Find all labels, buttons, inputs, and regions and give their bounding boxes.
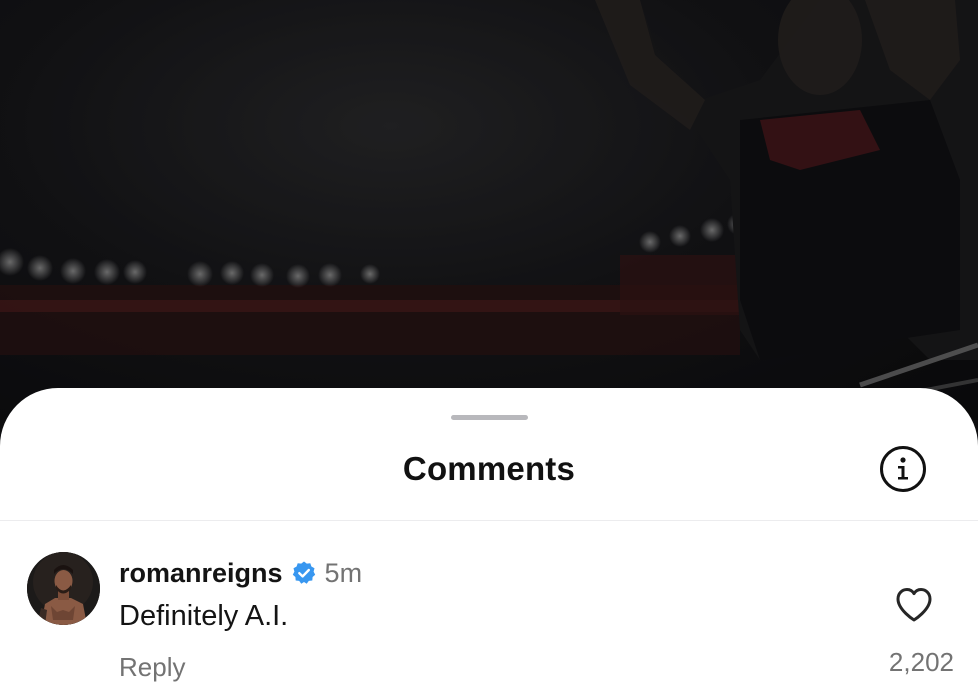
verified-badge-icon [292,561,315,584]
like-count: 2,202 [888,647,954,677]
avatar[interactable] [27,552,100,625]
comment-username[interactable]: romanreigns [119,556,283,590]
comment-text: Definitely A.I. [119,600,289,632]
header-divider [0,520,978,521]
like-button[interactable] [894,586,934,624]
comments-sheet: Comments romanreigns 5m Definitely A.I. … [0,388,978,689]
sheet-title: Comments [402,450,576,487]
info-button[interactable] [880,446,926,492]
avatar-image [27,552,100,625]
heart-outline-icon [896,588,932,622]
comment-timestamp: 5m [324,558,363,588]
info-circle-icon [898,457,908,480]
post-background-image [0,0,978,420]
comments-screen: Comments romanreigns 5m Definitely A.I. … [0,0,978,689]
comment-header: romanreigns 5m [119,556,362,590]
arena-photo [0,0,978,420]
sheet-drag-handle[interactable] [451,415,528,420]
reply-button[interactable]: Reply [119,650,185,684]
